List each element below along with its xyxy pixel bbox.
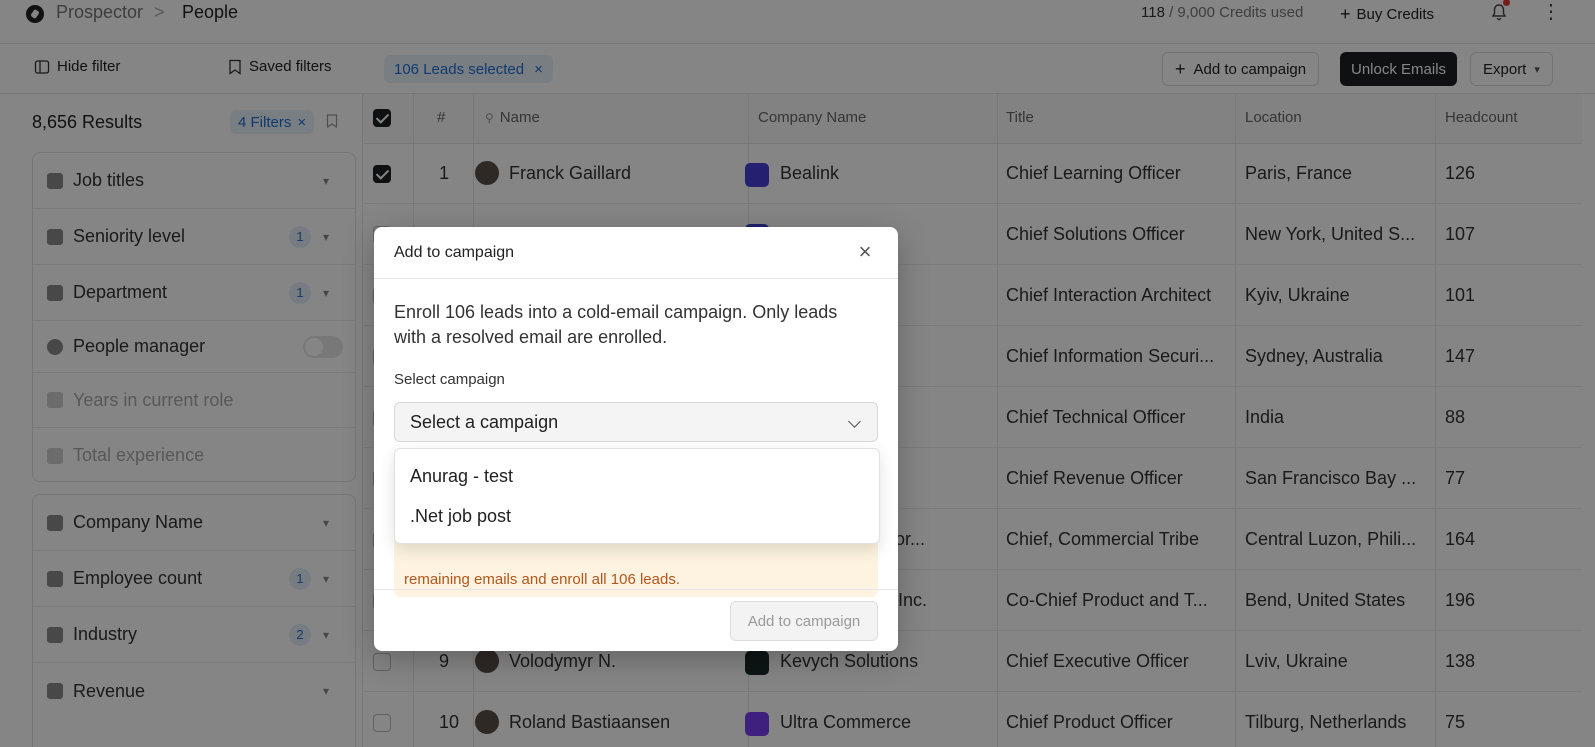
close-icon[interactable]: × <box>854 241 876 263</box>
select-campaign-label: Select campaign <box>394 371 505 388</box>
campaign-options-dropdown: Anurag - test .Net job post <box>394 448 880 544</box>
dialog-description: Enroll 106 leads into a cold-email campa… <box>394 302 838 347</box>
campaign-select[interactable]: Select a campaign <box>394 402 878 442</box>
campaign-select-value: Select a campaign <box>410 412 559 432</box>
chevron-down-icon <box>848 415 861 428</box>
divider <box>374 589 898 590</box>
campaign-option-anurag-test[interactable]: Anurag - test <box>410 466 513 487</box>
campaign-option-net-job-post[interactable]: .Net job post <box>410 506 511 527</box>
warning-text: remaining emails and enroll all 106 lead… <box>404 571 680 588</box>
add-to-campaign-dialog: Add to campaign × Enroll 106 leads into … <box>374 227 898 651</box>
divider <box>374 278 898 279</box>
add-to-campaign-submit-button[interactable]: Add to campaign <box>730 601 878 641</box>
dialog-title: Add to campaign <box>394 244 515 261</box>
